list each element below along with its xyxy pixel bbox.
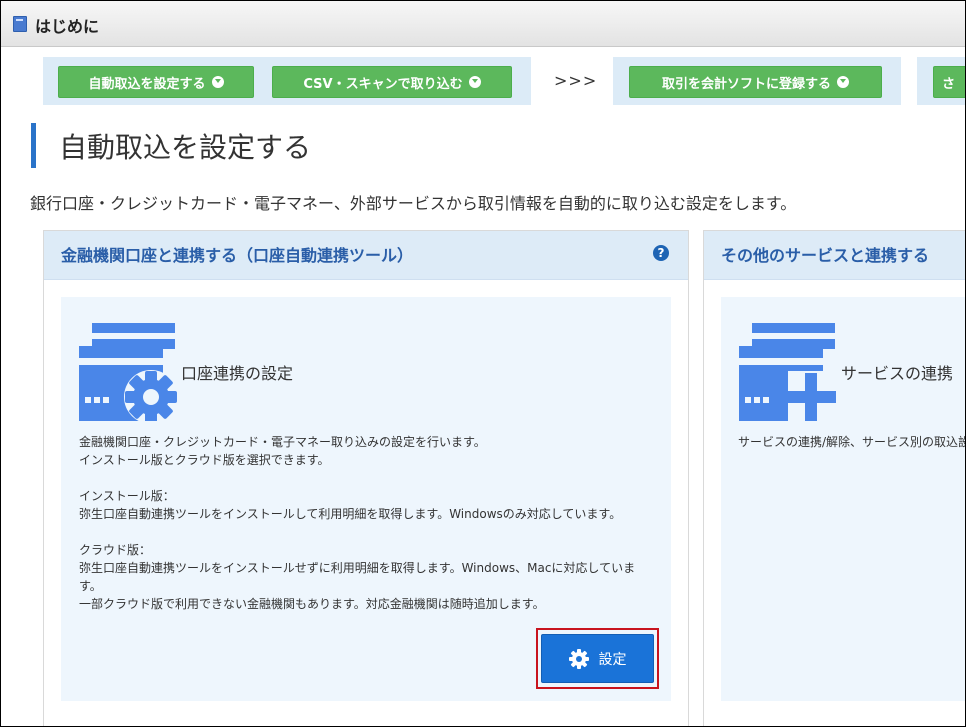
- settings-button-label: 設定: [598, 651, 627, 668]
- app-window: はじめに 自動取込を設定する CSV・スキャンで取り込む >>> 取引を会計ソフ…: [0, 0, 966, 727]
- bank-card-title: 口座連携の設定: [181, 364, 294, 383]
- help-icon[interactable]: ?: [653, 245, 669, 261]
- heading-accent-bar: [31, 123, 36, 168]
- step-separator: >>>: [554, 71, 598, 90]
- step-auto-import-button[interactable]: 自動取込を設定する: [58, 66, 254, 98]
- step-register-label: 取引を会計ソフトに登録する: [661, 76, 831, 92]
- bank-card-description: 金融機関口座・クレジットカード・電子マネー取り込みの設定を行います。 インストー…: [79, 433, 669, 613]
- bank-panel-title: 金融機関口座と連携する（口座自動連携ツール）: [61, 246, 414, 265]
- window-title: はじめに: [35, 17, 100, 36]
- gear-icon: [568, 648, 589, 669]
- bank-card-gear-icon: [79, 323, 178, 421]
- page-title: 自動取込を設定する: [59, 131, 312, 164]
- service-card-description: サービスの連携/解除、サービス別の取込設: [738, 435, 966, 449]
- title-bar: はじめに: [1, 1, 965, 47]
- service-card-plus-icon: [739, 323, 836, 421]
- bank-card-text-cloud: クラウド版： 弥生口座自動連携ツールをインストールせずに利用明細を取得します。W…: [79, 543, 636, 611]
- step-auto-import-label: 自動取込を設定する: [88, 76, 206, 92]
- bank-card-text-install: インストール版： 弥生口座自動連携ツールをインストールして利用明細を取得します。…: [79, 489, 622, 521]
- step-csv-scan-label: CSV・スキャンで取り込む: [303, 76, 463, 92]
- bank-card-text-overview: 金融機関口座・クレジットカード・電子マネー取り込みの設定を行います。 インストー…: [79, 435, 486, 467]
- step-next-label: さ: [942, 76, 956, 92]
- chevron-down-icon: [837, 76, 849, 88]
- settings-button[interactable]: 設定: [541, 634, 654, 683]
- step-csv-scan-button[interactable]: CSV・スキャンで取り込む: [272, 66, 512, 98]
- chevron-down-icon: [211, 76, 224, 88]
- step-register-button[interactable]: 取引を会計ソフトに登録する: [629, 66, 882, 98]
- other-panel-header: その他のサービスと連携する: [704, 231, 965, 280]
- page-description: 銀行口座・クレジットカード・電子マネー、外部サービスから取引情報を自動的に取り込…: [30, 194, 797, 213]
- chevron-down-icon: [468, 76, 481, 88]
- bank-panel-header: 金融機関口座と連携する（口座自動連携ツール） ?: [44, 231, 688, 280]
- service-card-title: サービスの連携: [841, 364, 954, 383]
- book-icon: [13, 16, 27, 32]
- other-panel-title: その他のサービスと連携する: [721, 246, 930, 265]
- step-next-button[interactable]: さ: [933, 66, 965, 98]
